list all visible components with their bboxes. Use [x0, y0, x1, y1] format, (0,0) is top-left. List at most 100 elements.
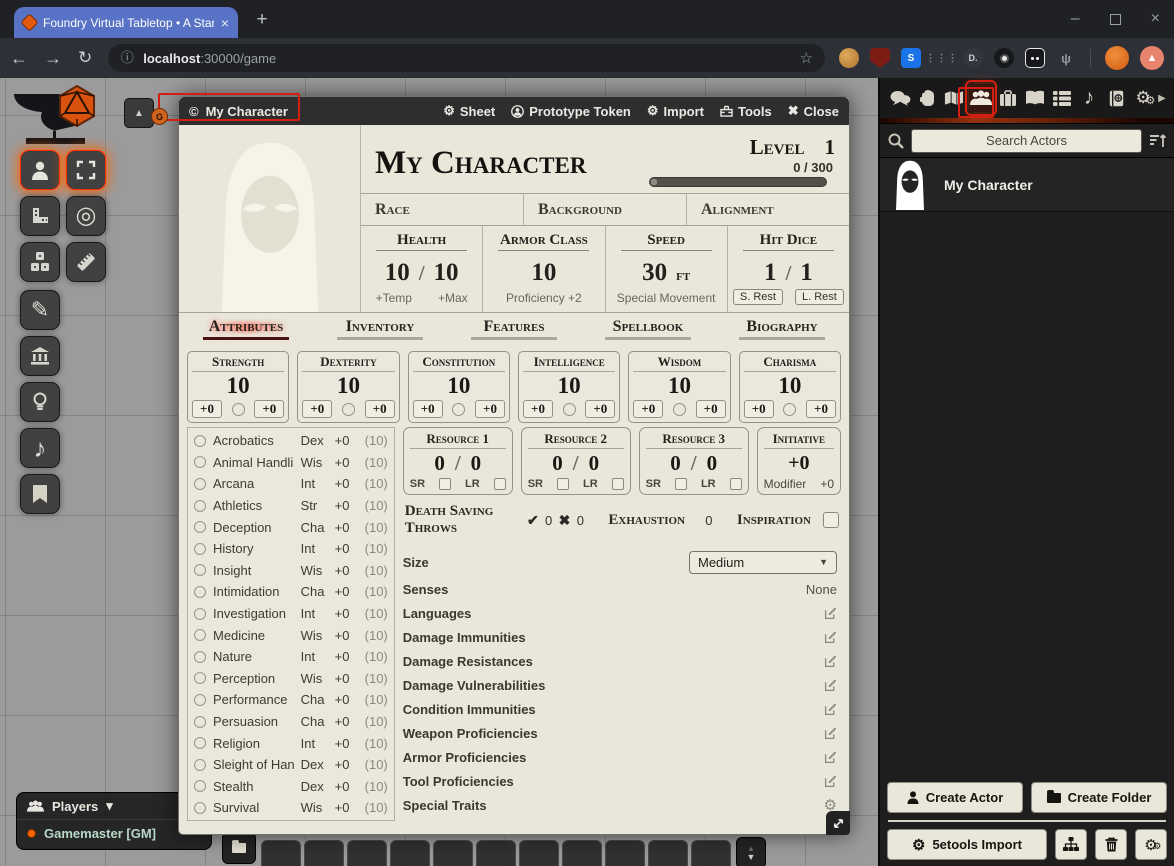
ability-score[interactable]: 10	[192, 372, 284, 400]
robot-extension-icon[interactable]	[1025, 48, 1045, 68]
back-icon[interactable]: ←	[10, 48, 28, 69]
import-button[interactable]: ⚙Import	[647, 103, 704, 119]
site-info-icon[interactable]: ⓘ	[120, 51, 134, 65]
tab-settings[interactable]: ⚙⚙	[1131, 84, 1155, 112]
edit-icon[interactable]	[824, 607, 837, 620]
skill-proficiency-toggle[interactable]	[194, 672, 206, 684]
d-extension-icon[interactable]: D.	[963, 48, 983, 68]
ability-name[interactable]: Constitution	[413, 354, 505, 372]
hotbar-slot[interactable]	[261, 840, 301, 866]
tab-journal[interactable]	[1023, 84, 1047, 112]
hotbar-slot[interactable]	[304, 840, 344, 866]
hd-current[interactable]: 1	[764, 259, 777, 287]
skill-name[interactable]: Religion	[213, 736, 294, 751]
dice-tool[interactable]	[20, 242, 60, 282]
bookmark-star-icon[interactable]: ☆	[800, 49, 813, 67]
tab-chat[interactable]	[888, 84, 912, 112]
measure-tool[interactable]	[66, 242, 106, 282]
skill-proficiency-toggle[interactable]	[194, 759, 206, 771]
resource-title[interactable]: Resource 1	[410, 431, 506, 449]
ability-name[interactable]: Intelligence	[523, 354, 615, 372]
forward-icon[interactable]: →	[44, 48, 62, 69]
ability-score[interactable]: 10	[744, 372, 836, 400]
level-value[interactable]: 1	[825, 135, 836, 160]
collapse-folders-icon[interactable]	[1149, 133, 1166, 149]
skill-name[interactable]: Animal Handling	[213, 455, 294, 470]
sheet-config-button[interactable]: ⚙Sheet	[443, 103, 495, 119]
target-tool[interactable]: ◎	[66, 196, 106, 236]
eye-extension-icon[interactable]	[994, 48, 1014, 68]
hotbar-slot[interactable]	[562, 840, 602, 866]
hotbar-slot[interactable]	[691, 840, 731, 866]
background-field[interactable]: Background	[524, 194, 687, 225]
skill-name[interactable]: Deception	[213, 520, 294, 535]
resource-current[interactable]: 0	[552, 451, 563, 476]
edit-icon[interactable]	[824, 655, 837, 668]
proficiency-toggle[interactable]	[563, 403, 576, 416]
create-folder-button[interactable]: Create Folder	[1031, 782, 1167, 813]
proficiency-toggle[interactable]	[342, 403, 355, 416]
edit-icon[interactable]	[824, 775, 837, 788]
hp-current[interactable]: 10	[385, 259, 410, 287]
collapse-controls-button[interactable]: ▲	[124, 98, 154, 128]
lighting-tool[interactable]	[20, 382, 60, 422]
ability-mod[interactable]: +0	[365, 400, 395, 418]
maximize-icon[interactable]	[1110, 14, 1121, 25]
ability-save[interactable]: +0	[192, 400, 222, 418]
resource-title[interactable]: Resource 3	[646, 431, 742, 449]
ability-save[interactable]: +0	[413, 400, 443, 418]
ability-save[interactable]: +0	[302, 400, 332, 418]
character-portrait[interactable]	[179, 125, 361, 312]
page-down-icon[interactable]: ▼	[747, 853, 756, 862]
inspiration-checkbox[interactable]	[823, 512, 839, 528]
hotbar-slot[interactable]	[648, 840, 688, 866]
edit-icon[interactable]	[824, 679, 837, 692]
skill-name[interactable]: History	[213, 541, 294, 556]
proficiency-toggle[interactable]	[783, 403, 796, 416]
settings-button[interactable]: ⚙⚙	[1135, 829, 1167, 860]
edit-icon[interactable]	[824, 727, 837, 740]
ability-name[interactable]: Wisdom	[633, 354, 725, 372]
ublock-extension-icon[interactable]	[870, 48, 890, 68]
sr-checkbox[interactable]	[557, 478, 569, 490]
ruler-combined-tool[interactable]	[20, 196, 60, 236]
ability-mod[interactable]: +0	[475, 400, 505, 418]
folder-tree-button[interactable]	[1055, 829, 1087, 860]
expand-tool[interactable]	[66, 150, 106, 190]
initiative-mod-value[interactable]: +0	[820, 477, 834, 491]
ac-value[interactable]: 10	[531, 259, 556, 287]
search-input[interactable]	[911, 129, 1142, 153]
skill-proficiency-toggle[interactable]	[194, 716, 206, 728]
resource-max[interactable]: 0	[589, 451, 600, 476]
tab-items[interactable]	[996, 84, 1020, 112]
lr-checkbox[interactable]	[612, 478, 624, 490]
profile-avatar[interactable]	[1105, 46, 1129, 70]
close-sheet-button[interactable]: ✖Close	[788, 103, 839, 119]
hotbar-page-controls[interactable]: ▴ ▼	[736, 837, 766, 866]
death-success-value[interactable]: 0	[539, 513, 559, 528]
skill-proficiency-toggle[interactable]	[194, 780, 206, 792]
skill-proficiency-toggle[interactable]	[194, 586, 206, 598]
hp-temp-field[interactable]: +Temp	[376, 291, 412, 305]
skill-name[interactable]: Acrobatics	[213, 433, 294, 448]
tab-features[interactable]: Features	[447, 318, 581, 346]
copyright-icon[interactable]: ©	[189, 104, 199, 119]
ability-name[interactable]: Strength	[192, 354, 284, 372]
resource-current[interactable]: 0	[434, 451, 445, 476]
skill-proficiency-toggle[interactable]	[194, 802, 206, 814]
proficiency-toggle[interactable]	[673, 403, 686, 416]
ability-save[interactable]: +0	[523, 400, 553, 418]
race-field[interactable]: Race	[361, 194, 524, 225]
skill-proficiency-toggle[interactable]	[194, 478, 206, 490]
grid-extension-icon[interactable]: ⋮⋮⋮	[932, 48, 952, 68]
hotbar-slot[interactable]	[347, 840, 387, 866]
hp-tempmax-field[interactable]: +Max	[438, 291, 468, 305]
death-fail-icon[interactable]: ✖	[559, 512, 571, 529]
reload-icon[interactable]: ↻	[78, 48, 92, 68]
prototype-token-button[interactable]: Prototype Token	[511, 103, 631, 119]
resize-handle[interactable]	[826, 811, 850, 835]
skill-name[interactable]: Arcana	[213, 476, 294, 491]
speed-value[interactable]: 30ft	[642, 259, 690, 287]
short-rest-button[interactable]: S. Rest	[733, 289, 783, 305]
lr-checkbox[interactable]	[730, 478, 742, 490]
